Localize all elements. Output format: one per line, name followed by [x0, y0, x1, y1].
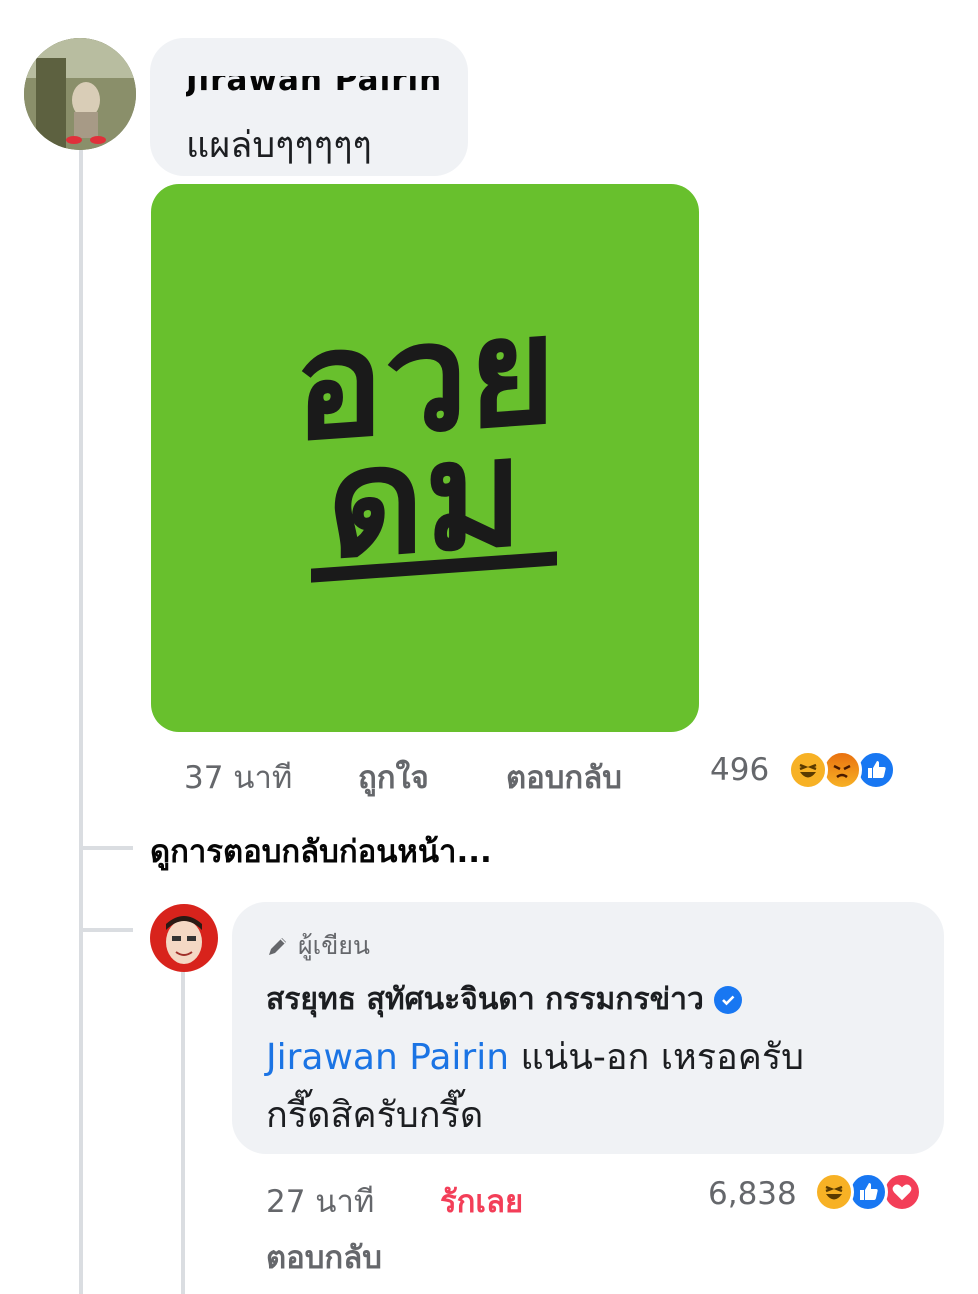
like-icon	[856, 750, 896, 790]
reply-author-name[interactable]: สรยุทธ สุทัศนะจินดา กรรมกรข่าว	[266, 976, 704, 1023]
angry-icon	[822, 750, 862, 790]
avatar-jirawan[interactable]	[24, 38, 136, 150]
thread-line-branch-1	[79, 846, 133, 850]
haha-icon	[788, 750, 828, 790]
sticker-image[interactable]: อวย ดม	[151, 184, 699, 732]
reply-text-part: แน่น-อก เหรอครับ	[509, 1037, 805, 1078]
author-badge: ผู้เขียน	[266, 926, 370, 966]
avatar-sorayuth[interactable]	[150, 904, 218, 972]
haha-icon	[814, 1172, 854, 1212]
like-icon	[848, 1172, 888, 1212]
thread-line-reply	[181, 972, 185, 1294]
comment-time[interactable]: 37 นาที	[184, 752, 292, 802]
reply-bubble[interactable]: ผู้เขียน สรยุทธ สุทัศนะจินดา กรรมกรข่าว …	[232, 902, 944, 1154]
love-button[interactable]: รักเลย	[440, 1176, 523, 1226]
reply-button[interactable]: ตอบกลับ	[506, 752, 622, 802]
thread-line-branch-2	[79, 928, 133, 932]
reply-reply-button[interactable]: ตอบกลับ	[266, 1232, 382, 1282]
like-button[interactable]: ถูกใจ	[358, 752, 429, 802]
reply-reaction-count[interactable]: 6,838	[708, 1176, 797, 1212]
reply-time[interactable]: 27 นาที	[266, 1176, 374, 1226]
author-badge-label: ผู้เขียน	[298, 931, 371, 960]
reaction-count[interactable]: 496	[710, 752, 769, 788]
thread-line-main	[79, 150, 83, 1294]
pen-icon	[269, 938, 286, 955]
comment-author-name[interactable]: Jirawan Pairin	[186, 76, 442, 98]
comment-bubble[interactable]: Jirawan Pairin แผล่บๆๆๆๆๆ	[150, 38, 468, 176]
reply-text-line2: กรี๊ดสิครับกรี๊ด	[266, 1095, 484, 1136]
verified-badge-icon	[713, 985, 742, 1014]
love-icon	[882, 1172, 922, 1212]
comment-text: แผล่บๆๆๆๆๆ	[186, 125, 372, 166]
mention-link[interactable]: Jirawan Pairin	[266, 1037, 509, 1078]
reply-text-line1: Jirawan Pairin แน่น-อก เหรอครับ	[266, 1028, 804, 1085]
view-previous-replies-link[interactable]: ดูการตอบกลับก่อนหน้า...	[150, 826, 492, 876]
